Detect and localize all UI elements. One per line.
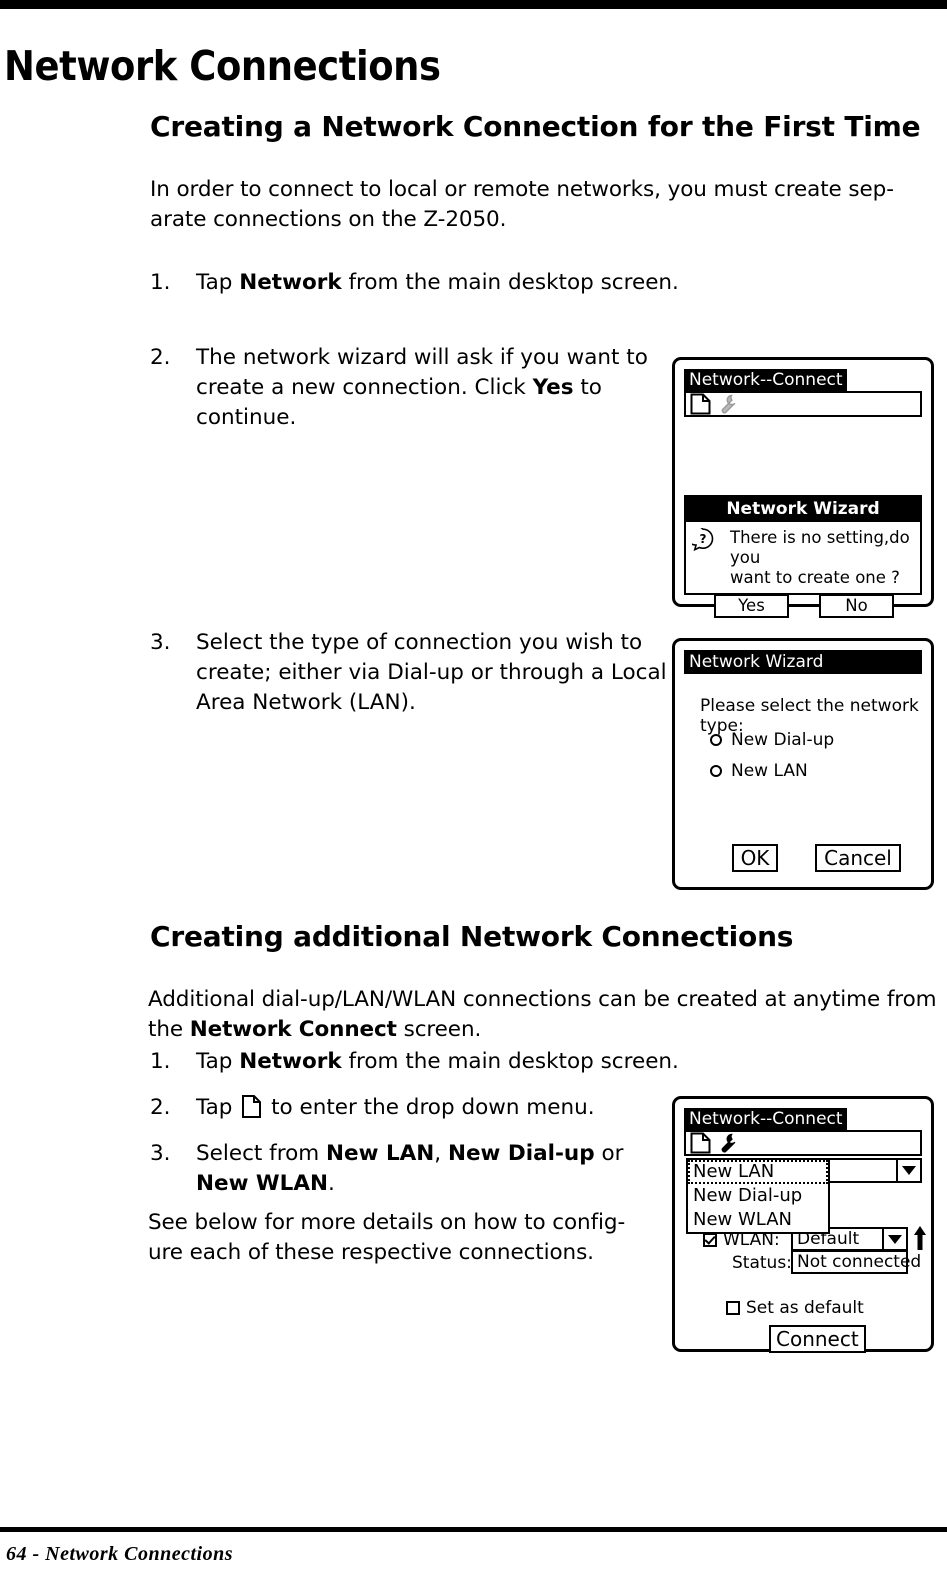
add-step3-bold-1: New LAN <box>326 1141 435 1166</box>
wrench-icon <box>717 393 738 415</box>
page-top-rule <box>0 0 947 9</box>
intro-line-2: arate connections on the Z-2050. <box>150 207 507 232</box>
radio-option-new-dial-up[interactable]: New Dial-up <box>710 730 834 750</box>
wrench-icon[interactable] <box>717 1132 738 1154</box>
dialog-message: There is no setting,do you want to creat… <box>730 528 914 588</box>
step2-bold: Yes <box>532 375 574 400</box>
wizard-title-bar: Network Wizard <box>684 650 922 674</box>
list-number: 3. <box>150 630 171 655</box>
closing-line-2: ure each of these respective connections… <box>148 1240 594 1265</box>
add-step3-bold-2: New Dial-up <box>447 1141 595 1166</box>
cancel-button[interactable]: Cancel <box>815 844 901 872</box>
additional-intro-post: screen. <box>396 1017 482 1042</box>
set-as-default-checkbox[interactable] <box>726 1301 740 1315</box>
step1-bold: Network <box>239 270 342 295</box>
step1-text-pre: Tap <box>196 270 240 295</box>
radio-icon[interactable] <box>710 734 722 746</box>
add-step3-bold-3: New WLAN <box>196 1171 328 1196</box>
radio-label: New Dial-up <box>731 730 835 750</box>
dialog-body: ? There is no setting,do you want to cre… <box>686 522 920 626</box>
add-step3-pre: Select from <box>196 1141 327 1166</box>
intro-line-1: In order to connect to local or remote n… <box>150 177 894 202</box>
list-item-add-step3: 3. Select from New LAN, New Dial-up or N… <box>150 1139 670 1199</box>
list-item-step2: 2. The network wizard will ask if you wa… <box>150 343 660 433</box>
additional-intro-paragraph: Additional dial-up/LAN/WLAN connections … <box>148 985 943 1045</box>
list-number: 3. <box>150 1141 171 1166</box>
menu-item-new-dial-up[interactable]: New Dial-up <box>688 1184 828 1208</box>
dialog-title: Network Wizard <box>686 497 920 522</box>
add-step1-bold: Network <box>239 1049 342 1074</box>
additional-intro-bold: Network Connect <box>189 1017 397 1042</box>
list-text: Tap to enter the drop down menu. <box>196 1093 670 1123</box>
list-text: Tap Network from the main desktop screen… <box>196 268 710 298</box>
dialog-button-row: Yes No <box>694 594 914 618</box>
page-bottom-rule <box>0 1527 947 1532</box>
page-icon[interactable] <box>690 1132 711 1154</box>
list-text: Tap Network from the main desktop screen… <box>196 1047 710 1077</box>
toolbar[interactable] <box>684 391 922 417</box>
connection-dropdown-menu[interactable]: New LAN New Dial-up New WLAN <box>686 1158 830 1234</box>
svg-text:?: ? <box>700 532 707 546</box>
page-icon <box>242 1095 262 1118</box>
set-as-default-row[interactable]: Set as default <box>726 1298 864 1318</box>
add-step1-pre: Tap <box>196 1049 240 1074</box>
chevron-down-icon[interactable] <box>882 1229 906 1249</box>
dialog-message-line-2: want to create one ? <box>730 568 900 587</box>
radio-label: New LAN <box>731 761 808 781</box>
status-value: Not connected <box>791 1250 921 1274</box>
add-step1-post: from the main desktop screen. <box>341 1049 679 1074</box>
heading-additional: Creating additional Network Connections <box>150 920 794 953</box>
step1-text-post: from the main desktop screen. <box>341 270 679 295</box>
screenshot-connect-dropdown: Network--Connect New LAN New Dial-up New… <box>672 1096 934 1353</box>
list-item-step3: 3. Select the type of connection you wis… <box>150 628 670 718</box>
chevron-down-icon[interactable] <box>896 1160 920 1181</box>
question-icon: ? <box>692 528 714 552</box>
list-item-step1: 1. Tap Network from the main desktop scr… <box>150 268 710 298</box>
list-text: Select the type of connection you wish t… <box>196 630 667 715</box>
closing-paragraph: See below for more details on how to con… <box>148 1208 668 1268</box>
list-item-add-step2: 2. Tap to enter the drop down menu. <box>150 1093 670 1123</box>
menu-item-new-wlan[interactable]: New WLAN <box>688 1208 828 1232</box>
window-title-bar: Network--Connect <box>684 369 847 391</box>
status-label: Status: <box>732 1253 792 1273</box>
yes-button[interactable]: Yes <box>714 594 789 618</box>
page-title: Network Connections <box>4 42 441 90</box>
page-footer: 64 - Network Connections <box>6 1543 234 1565</box>
add-step3-post: . <box>327 1171 335 1196</box>
no-button[interactable]: No <box>819 594 894 618</box>
radio-option-new-lan[interactable]: New LAN <box>710 761 808 781</box>
wlan-checkbox[interactable] <box>703 1233 717 1247</box>
add-step2-pre: Tap <box>196 1095 240 1120</box>
up-arrow-icon[interactable] <box>913 1225 927 1251</box>
screenshot-network-type-wizard: Network Wizard Please select the network… <box>672 638 934 890</box>
add-step2-post: to enter the drop down menu. <box>264 1095 595 1120</box>
page-icon[interactable] <box>690 393 711 415</box>
list-text: Select from New LAN, New Dial-up or New … <box>196 1139 670 1199</box>
add-step3-mid-2: or <box>594 1141 624 1166</box>
list-number: 1. <box>150 270 171 295</box>
list-item-add-step1: 1. Tap Network from the main desktop scr… <box>150 1047 710 1077</box>
network-wizard-dialog: Network Wizard ? There is no setting,do … <box>684 495 922 618</box>
connect-button[interactable]: Connect <box>769 1325 866 1353</box>
window-title-bar: Network--Connect <box>684 1108 847 1130</box>
list-text: The network wizard will ask if you want … <box>196 343 660 433</box>
set-as-default-label: Set as default <box>746 1298 864 1318</box>
menu-item-new-lan[interactable]: New LAN <box>688 1160 828 1184</box>
intro-paragraph: In order to connect to local or remote n… <box>150 175 940 235</box>
list-number: 2. <box>150 1095 171 1120</box>
list-number: 2. <box>150 345 171 370</box>
ok-button[interactable]: OK <box>732 844 778 872</box>
closing-line-1: See below for more details on how to con… <box>148 1210 626 1235</box>
dialog-message-line-1: There is no setting,do you <box>730 528 910 567</box>
list-number: 1. <box>150 1049 171 1074</box>
add-step3-mid-1: , <box>434 1141 448 1166</box>
screenshot-connect-wizard-prompt: Network--Connect Network Wizard ? There … <box>672 357 934 618</box>
radio-icon[interactable] <box>710 765 722 777</box>
toolbar[interactable] <box>684 1130 922 1156</box>
heading-first-time: Creating a Network Connection for the Fi… <box>150 110 921 143</box>
